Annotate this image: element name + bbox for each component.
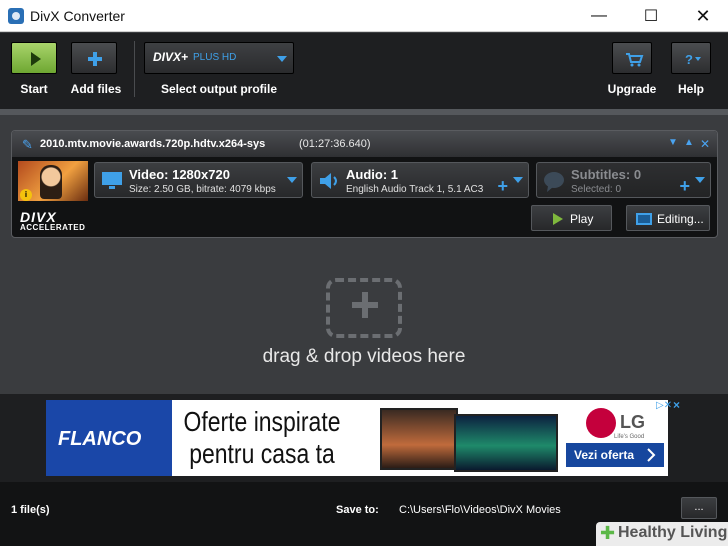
play-icon: [553, 213, 563, 225]
main-toolbar: Start Add files DIVX+ PLUS HD Select out…: [0, 33, 728, 109]
advertisement-banner[interactable]: FLANCO Oferte inspirate pentru casa ta L…: [46, 400, 668, 476]
info-badge-icon[interactable]: i: [20, 189, 32, 201]
thumbnail-person: [40, 165, 62, 199]
ad-close-button[interactable]: ×: [673, 398, 680, 412]
editing-label: Editing...: [657, 212, 704, 226]
close-button[interactable]: ✕: [680, 0, 726, 32]
job-header: ✎ 2010.mtv.movie.awards.720p.hdtv.x264-s…: [12, 131, 717, 157]
upgrade-label: Upgrade: [607, 82, 657, 96]
save-to-label: Save to:: [336, 504, 379, 516]
audio-detail: English Audio Track 1, 5.1 AC3: [346, 184, 484, 195]
lg-tagline: Life's Good: [614, 434, 645, 440]
add-files-label: Add files: [70, 82, 122, 96]
video-title: Video: 1280x720: [129, 167, 230, 182]
speech-bubble-icon: [544, 172, 564, 192]
add-files-button[interactable]: [71, 42, 117, 74]
editing-button[interactable]: Editing...: [626, 205, 710, 231]
cart-icon: [626, 53, 644, 67]
upgrade-button[interactable]: [612, 42, 652, 74]
drop-zone-plus-icon[interactable]: [326, 278, 402, 338]
drop-zone-text: drag & drop videos here: [262, 346, 466, 367]
play-button[interactable]: Play: [531, 205, 612, 231]
help-icon: ?: [685, 52, 701, 67]
job-filename: 2010.mtv.movie.awards.720p.hdtv.x264-sys: [40, 138, 266, 150]
chevron-down-icon: [287, 177, 297, 183]
tv-image: [454, 414, 558, 472]
title-bar: DivX Converter — ☐ ✕: [0, 0, 728, 32]
toolbar-border: [0, 109, 728, 115]
save-path: C:\Users\Flo\Videos\DivX Movies: [399, 504, 561, 516]
ad-headline-line1: Oferte inspirate: [183, 406, 341, 437]
maximize-button[interactable]: ☐: [628, 0, 674, 32]
play-label: Play: [570, 212, 594, 226]
ad-headline: Oferte inspirate pentru casa ta: [180, 406, 344, 470]
flanco-brand: FLANCO: [58, 428, 142, 450]
subtitles-title: Subtitles: 0: [571, 167, 642, 182]
tv-image: [380, 408, 458, 470]
adchoices-icon[interactable]: ▷✕: [656, 400, 672, 411]
chevron-down-icon: [695, 177, 705, 183]
minimize-button[interactable]: —: [576, 0, 622, 32]
chevron-down-icon: [277, 56, 287, 62]
play-icon: [31, 52, 41, 66]
profile-brand: DIVX+: [153, 50, 189, 64]
divx-app-icon: [8, 8, 24, 24]
move-down-icon[interactable]: ▼: [668, 137, 678, 148]
window-title: DivX Converter: [30, 8, 125, 24]
conversion-job-panel[interactable]: ✎ 2010.mtv.movie.awards.720p.hdtv.x264-s…: [11, 130, 718, 238]
lg-logo-icon: [586, 408, 616, 438]
ad-headline-line2: pentru casa ta: [189, 438, 335, 469]
audio-title: Audio: 1: [346, 167, 398, 182]
browse-folder-button[interactable]: ...: [681, 497, 717, 519]
healthy-living-watermark: ✚ Healthy Living: [596, 522, 728, 546]
start-button[interactable]: [11, 42, 57, 74]
help-button[interactable]: ?: [671, 42, 711, 74]
help-label: Help: [677, 82, 704, 96]
monitor-icon: [102, 172, 122, 189]
add-audio-icon[interactable]: +: [497, 177, 508, 195]
pencil-icon[interactable]: ✎: [22, 137, 33, 153]
chevron-right-icon: [647, 448, 656, 462]
divx-accelerated-logo: DIVX ACCELERATED: [20, 209, 85, 232]
watermark-text: Healthy Living: [618, 524, 728, 541]
audio-settings-dropdown[interactable]: Audio: 1 English Audio Track 1, 5.1 AC3 …: [311, 162, 529, 198]
film-edit-icon: [636, 213, 652, 225]
plus-icon: [88, 52, 102, 66]
subtitles-settings-dropdown[interactable]: Subtitles: 0 Selected: 0 +: [536, 162, 711, 198]
remove-job-icon[interactable]: ✕: [700, 137, 710, 151]
move-up-icon[interactable]: ▲: [684, 137, 694, 148]
job-duration: (01:27:36.640): [299, 138, 371, 150]
toolbar-divider: [134, 41, 135, 97]
video-settings-dropdown[interactable]: Video: 1280x720 Size: 2.50 GB, bitrate: …: [94, 162, 303, 198]
subtitles-detail: Selected: 0: [571, 184, 622, 195]
svg-text:?: ?: [685, 52, 693, 67]
flanco-logo: FLANCO: [46, 400, 172, 476]
ad-cta-label: Vezi oferta: [574, 448, 635, 462]
profile-name: PLUS HD: [193, 52, 237, 63]
chevron-down-icon: [513, 177, 523, 183]
video-detail: Size: 2.50 GB, bitrate: 4079 kbps: [129, 184, 276, 195]
file-count: 1 file(s): [11, 504, 50, 516]
speaker-icon: [320, 173, 337, 189]
lg-logo-text: LG: [620, 412, 645, 432]
ad-cta-button[interactable]: Vezi oferta: [566, 443, 664, 467]
profile-label: Select output profile: [160, 82, 277, 96]
plus-logo-icon: ✚: [600, 523, 616, 543]
output-profile-dropdown[interactable]: DIVX+ PLUS HD: [144, 42, 294, 74]
add-subtitles-icon[interactable]: +: [679, 177, 690, 195]
plus-glyph: [352, 292, 378, 318]
accelerated-logo-text: ACCELERATED: [20, 223, 86, 232]
video-thumbnail: i: [18, 161, 88, 201]
start-label: Start: [20, 82, 48, 96]
